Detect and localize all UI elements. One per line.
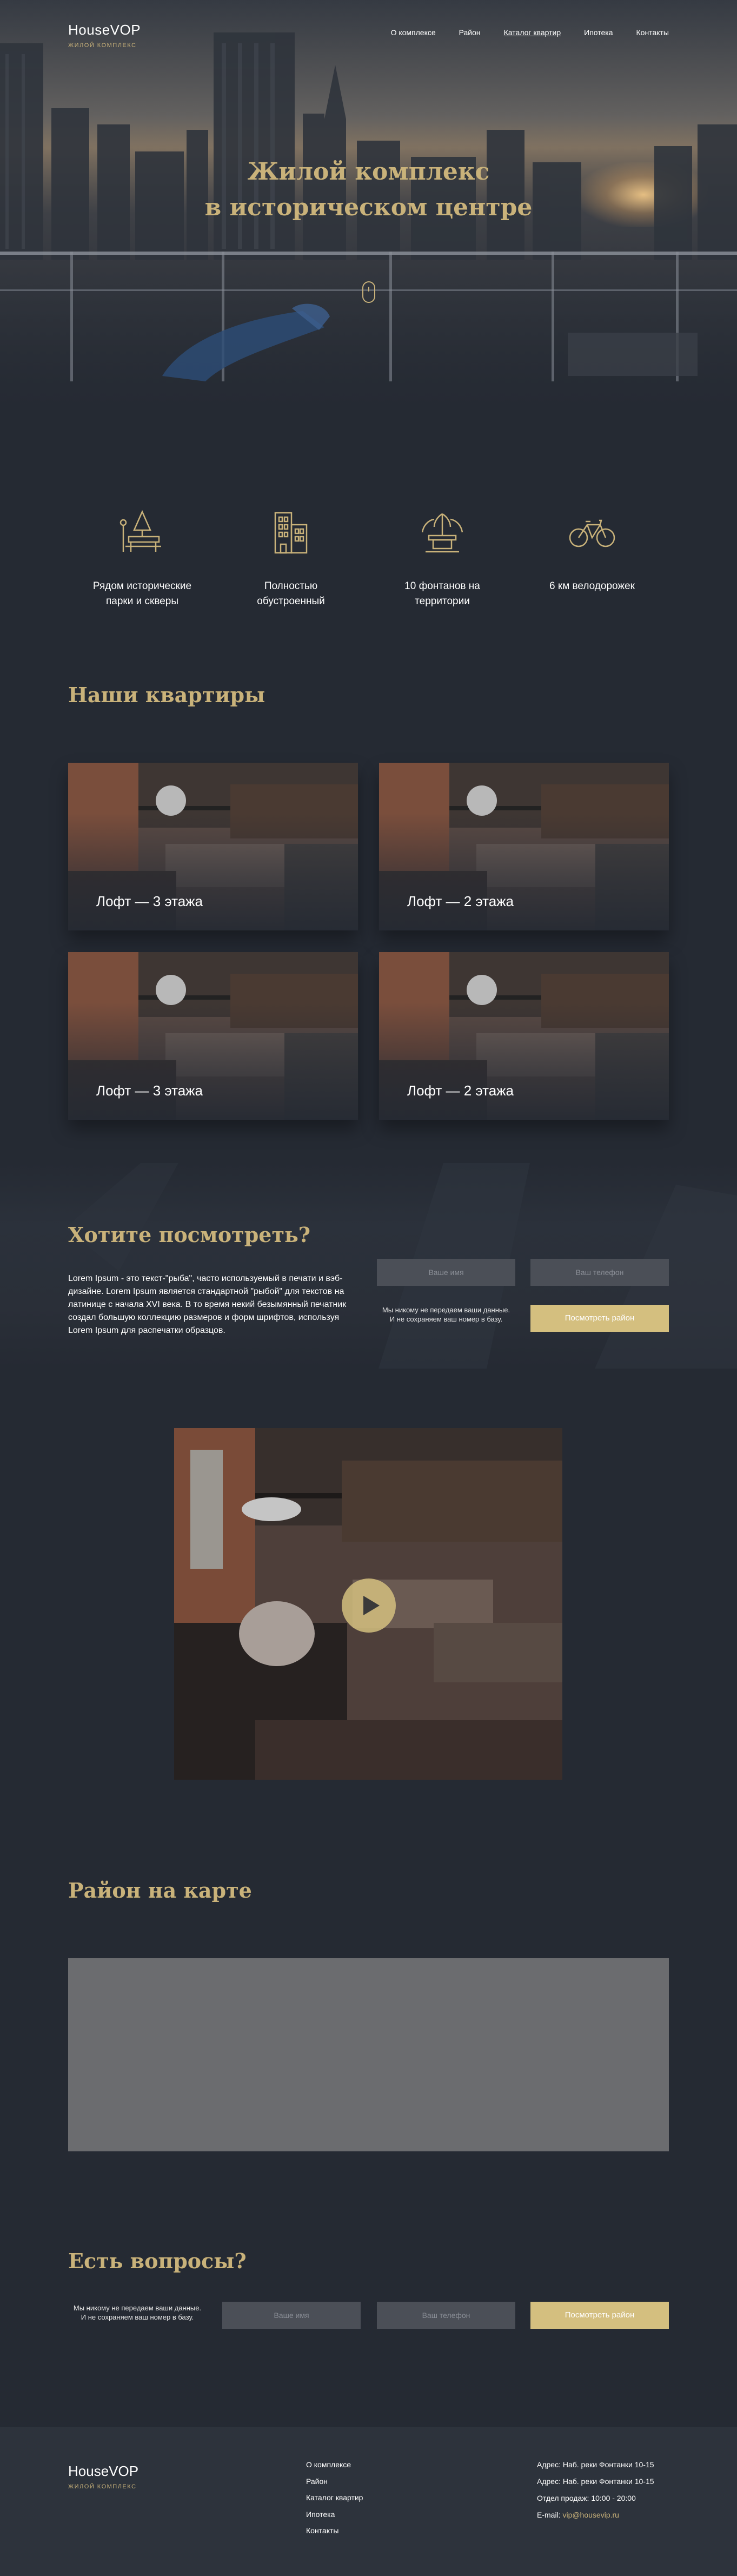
questions-title: Есть вопросы? — [68, 2249, 247, 2273]
main-nav: О комплексе Район Каталог квартир Ипотек… — [368, 28, 669, 37]
play-icon[interactable] — [342, 1578, 396, 1633]
footer-contacts: Адрес: Наб. реки Фонтанки 10-15 Адрес: Н… — [537, 2456, 654, 2524]
questions-privacy-note: Мы никому не передаем ваши данные. И не … — [73, 2304, 202, 2321]
map-title: Район на карте — [68, 1878, 252, 1903]
footer-email-link[interactable]: vip@housevip.ru — [562, 2511, 619, 2519]
feature-bike-paths: 6 км велодорожек — [522, 508, 662, 594]
footer-nav-contacts[interactable]: Контакты — [306, 2522, 363, 2539]
district-map[interactable] — [68, 1958, 669, 2151]
questions-submit-button[interactable]: Посмотреть район — [530, 2302, 669, 2329]
apartment-label: Лофт — 3 этажа — [96, 1082, 203, 1099]
fountain-icon — [421, 513, 463, 553]
hero-title-line2: в историческом центре — [204, 194, 533, 221]
footer-nav-district[interactable]: Район — [306, 2473, 363, 2490]
scroll-mouse-icon[interactable] — [362, 281, 375, 303]
feature-text: Рядом исторические парки и скверы — [92, 580, 192, 607]
footer-hours: Отдел продаж: 10:00 - 20:00 — [537, 2494, 636, 2502]
apartment-card[interactable]: Лофт — 2 этажа — [379, 763, 669, 930]
footer-logo[interactable]: HouseVOP — [68, 2463, 138, 2480]
video-player[interactable] — [174, 1428, 562, 1780]
site-header: HouseVOP ЖИЛОЙ КОМПЛЕКС О комплексе Райо… — [68, 22, 669, 54]
questions-phone-input[interactable] — [377, 2302, 515, 2329]
feature-parks: Рядом исторические парки и скверы — [72, 508, 213, 609]
footer-email-row: E-mail: vip@housevip.ru — [537, 2507, 654, 2524]
viewing-title: Хотите посмотреть? — [68, 1223, 311, 1247]
balcony-railing-image — [0, 252, 737, 381]
footer-nav: О комплексе Район Каталог квартир Ипотек… — [306, 2456, 363, 2539]
footer-address: Адрес: Наб. реки Фонтанки 10-15 — [537, 2460, 654, 2469]
nav-district[interactable]: Район — [459, 28, 481, 37]
logo-subtitle: ЖИЛОЙ КОМПЛЕКС — [68, 42, 137, 49]
logo[interactable]: HouseVOP — [68, 22, 141, 38]
apartment-label: Лофт — 2 этажа — [407, 1082, 514, 1099]
park-bench-icon — [119, 510, 161, 552]
hero-title: Жилой комплекс в историческом центре — [0, 154, 737, 226]
hero-title-line1: Жилой комплекс — [247, 158, 490, 186]
privacy-note: Мы никому не передаем ваши данные. И не … — [382, 1306, 510, 1323]
viewing-submit-button[interactable]: Посмотреть район — [530, 1305, 669, 1332]
apartment-card[interactable]: Лофт — 2 этажа — [379, 952, 669, 1120]
feature-infrastructure: Полностью обустроенный — [221, 508, 361, 609]
footer-nav-catalog[interactable]: Каталог квартир — [306, 2489, 363, 2506]
apartment-card[interactable]: Лофт — 3 этажа — [68, 763, 358, 930]
apartment-card[interactable]: Лофт — 3 этажа — [68, 952, 358, 1120]
apartment-label: Лофт — 2 этажа — [407, 893, 514, 909]
building-icon — [274, 512, 308, 554]
nav-mortgage[interactable]: Ипотека — [584, 28, 613, 37]
feature-text: 6 км велодорожек — [549, 580, 635, 592]
footer-nav-mortgage[interactable]: Ипотека — [306, 2506, 363, 2523]
viewing-phone-input[interactable] — [530, 1259, 669, 1286]
hero-section: HouseVOP ЖИЛОЙ КОМПЛЕКС О комплексе Райо… — [0, 0, 737, 411]
feature-fountains: 10 фонтанов на территории — [372, 508, 513, 609]
footer-nav-about[interactable]: О комплексе — [306, 2456, 363, 2473]
questions-name-input[interactable] — [222, 2302, 361, 2329]
nav-catalog[interactable]: Каталог квартир — [504, 28, 561, 37]
bicycle-icon — [569, 519, 615, 547]
apartments-title: Наши квартиры — [68, 683, 265, 707]
feature-text: 10 фонтанов на территории — [404, 580, 480, 607]
footer-logo-subtitle: ЖИЛОЙ КОМПЛЕКС — [68, 2483, 137, 2490]
nav-about[interactable]: О комплексе — [391, 28, 436, 37]
feature-text: Полностью обустроенный — [257, 580, 325, 607]
apartment-label: Лофт — 3 этажа — [96, 893, 203, 909]
viewing-description: Lorem Ipsum - это текст-"рыба", часто ис… — [68, 1274, 347, 1335]
city-skyline-image — [0, 32, 737, 260]
nav-contacts[interactable]: Контакты — [636, 28, 669, 37]
footer-email-label: E-mail: — [537, 2511, 563, 2519]
viewing-name-input[interactable] — [377, 1259, 515, 1286]
footer-address: Адрес: Наб. реки Фонтанки 10-15 — [537, 2477, 654, 2486]
